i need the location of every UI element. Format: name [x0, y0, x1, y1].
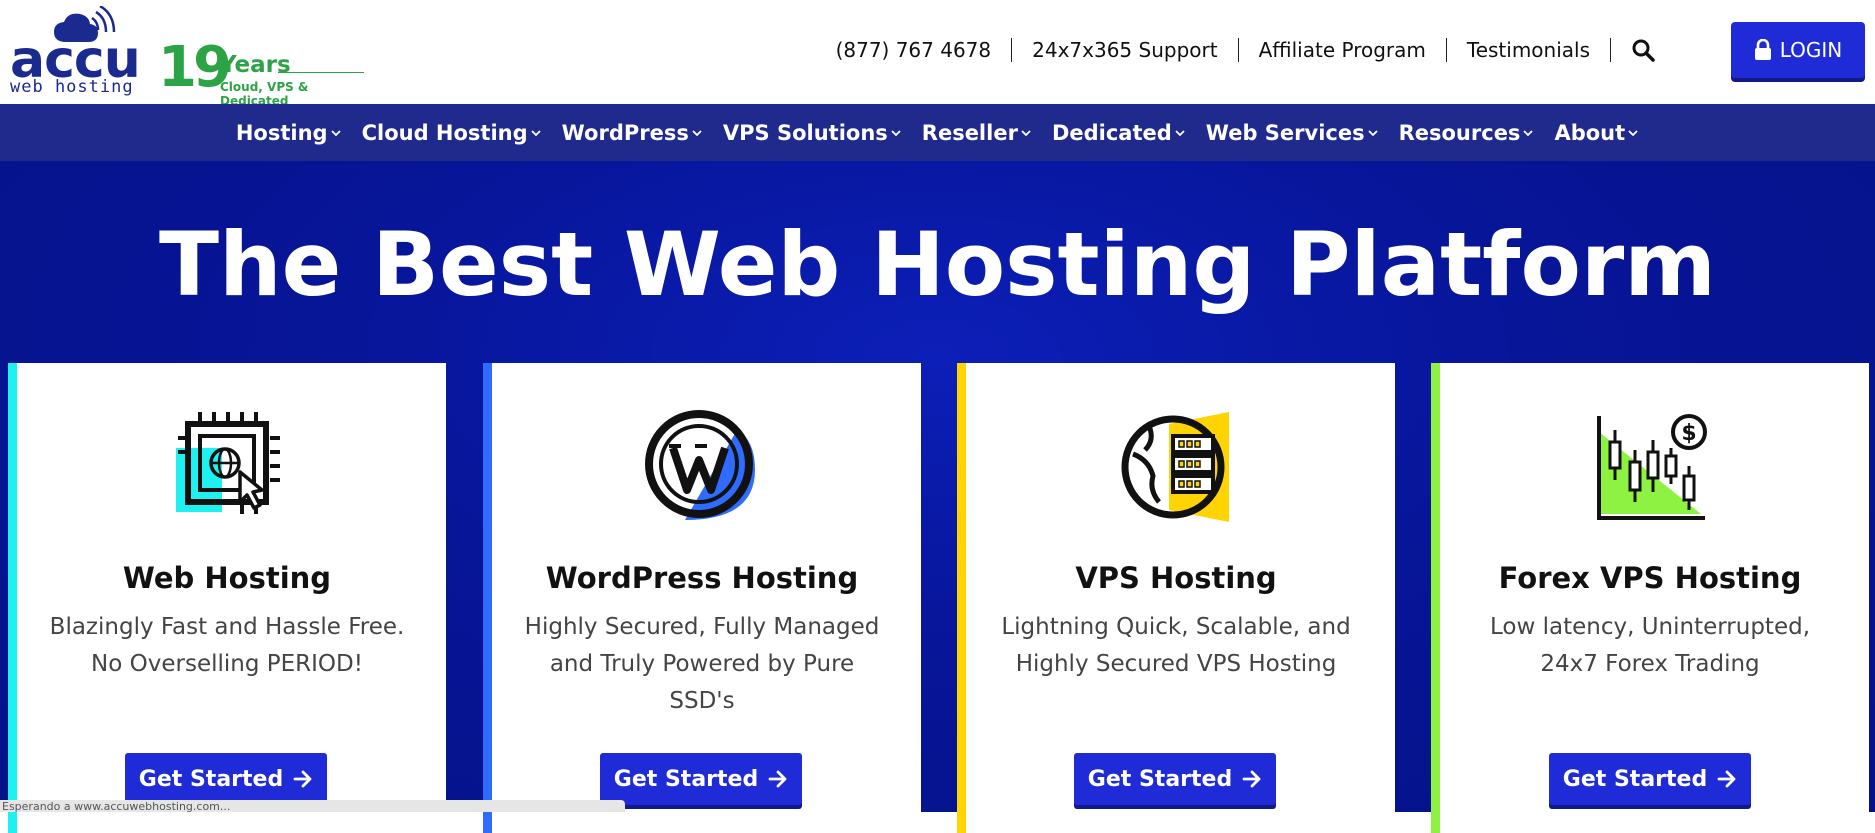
nav-item-about[interactable]: About [1544, 121, 1649, 145]
nav-label: WordPress [561, 120, 689, 145]
nav-label: VPS Solutions [722, 120, 888, 145]
button-label: Get Started [138, 766, 284, 792]
phone-link[interactable]: (877) 767 4678 [816, 38, 1012, 62]
nav-item-resources[interactable]: Resources [1389, 121, 1545, 145]
card-title: WordPress Hosting [545, 561, 859, 595]
card-description: Highly Secured, Fully Managed and Truly … [524, 614, 880, 714]
card-description: Lightning Quick, Scalable, and Highly Se… [1001, 614, 1351, 677]
card-title: Web Hosting [122, 561, 332, 595]
logo-tagline: web hosting [10, 77, 134, 97]
card-description: Blazingly Fast and Hassle Free. No Overs… [49, 614, 405, 677]
forex-candlestick-icon: $ [1597, 414, 1707, 520]
browser-status-bar: Esperando a www.accuwebhosting.com... [0, 800, 625, 812]
arrow-right-icon [293, 770, 312, 788]
testimonials-link[interactable]: Testimonials [1445, 38, 1610, 62]
arrow-right-icon [1242, 770, 1261, 788]
nav-item-reseller[interactable]: Reseller [912, 121, 1042, 145]
chevron-down-icon [1021, 129, 1031, 136]
chevron-down-icon [891, 129, 901, 136]
get-started-button-web-hosting[interactable]: Get Started [125, 753, 327, 805]
button-label: Get Started [613, 766, 759, 792]
get-started-button-wordpress-hosting[interactable]: Get Started [600, 753, 802, 805]
lock-icon [1754, 39, 1771, 60]
vps-server-globe-icon [1121, 412, 1229, 522]
support-link[interactable]: 24x7x365 Support [1011, 38, 1237, 62]
button-label: Get Started [1087, 766, 1233, 792]
svg-text:$: $ [1681, 421, 1696, 446]
chevron-down-icon [1175, 129, 1185, 136]
nav-item-web-services[interactable]: Web Services [1196, 121, 1389, 145]
nav-item-dedicated[interactable]: Dedicated [1042, 121, 1196, 145]
nav-item-hosting[interactable]: Hosting [226, 121, 352, 145]
nav-label: Reseller [921, 120, 1018, 145]
nav-label: Hosting [235, 120, 328, 145]
card-title: Forex VPS Hosting [1498, 561, 1802, 595]
nav-item-wordpress[interactable]: WordPress [552, 121, 713, 145]
search-button[interactable] [1610, 38, 1655, 62]
nav-label: Web Services [1205, 120, 1365, 145]
get-started-button-forex-vps-hosting[interactable]: Get Started [1549, 753, 1751, 805]
chevron-down-icon [1523, 129, 1534, 136]
wordpress-icon [645, 410, 755, 520]
top-links: (877) 767 4678 24x7x365 Support Affiliat… [816, 34, 1655, 66]
card-title: VPS Hosting [1075, 561, 1277, 595]
arrow-right-icon [1717, 770, 1736, 788]
chevron-down-icon [1628, 129, 1638, 136]
affiliate-link[interactable]: Affiliate Program [1237, 38, 1446, 62]
login-button[interactable]: LOGIN [1731, 22, 1865, 78]
web-hosting-chip-icon [176, 412, 280, 514]
search-icon [1632, 39, 1655, 62]
main-nav: Hosting Cloud Hosting WordPress VPS Solu… [0, 104, 1875, 161]
nav-label: Resources [1398, 120, 1521, 145]
get-started-button-vps-hosting[interactable]: Get Started [1074, 753, 1276, 805]
nav-item-cloud-hosting[interactable]: Cloud Hosting [352, 121, 552, 145]
nav-label: About [1554, 120, 1626, 145]
logo[interactable]: accu web hosting 19 Years Cloud, VPS & D… [8, 6, 364, 108]
nav-label: Cloud Hosting [361, 120, 528, 145]
button-label: Get Started [1562, 766, 1708, 792]
card-accent [483, 363, 492, 833]
logo-divider [278, 72, 364, 73]
hero-title: The Best Web Hosting Platform [158, 213, 1716, 316]
chevron-down-icon [1367, 129, 1378, 136]
login-label: LOGIN [1779, 38, 1843, 62]
card-description: Low latency, Uninterrupted, 24x7 Forex T… [1489, 614, 1811, 677]
chevron-down-icon [531, 129, 541, 136]
nav-item-vps-solutions[interactable]: VPS Solutions [713, 121, 912, 145]
chevron-down-icon [692, 129, 702, 136]
top-header: accu web hosting 19 Years Cloud, VPS & D… [0, 0, 1875, 108]
hero-section: The Best Web Hosting Platform Web Hostin… [0, 161, 1875, 833]
logo-years-label: Years [220, 52, 291, 78]
logo-years-number: 19 [158, 35, 232, 100]
card-accent [8, 363, 17, 833]
card-accent [1431, 363, 1440, 833]
card-accent [957, 363, 966, 833]
nav-label: Dedicated [1051, 120, 1172, 145]
arrow-right-icon [768, 770, 787, 788]
chevron-down-icon [330, 129, 341, 136]
